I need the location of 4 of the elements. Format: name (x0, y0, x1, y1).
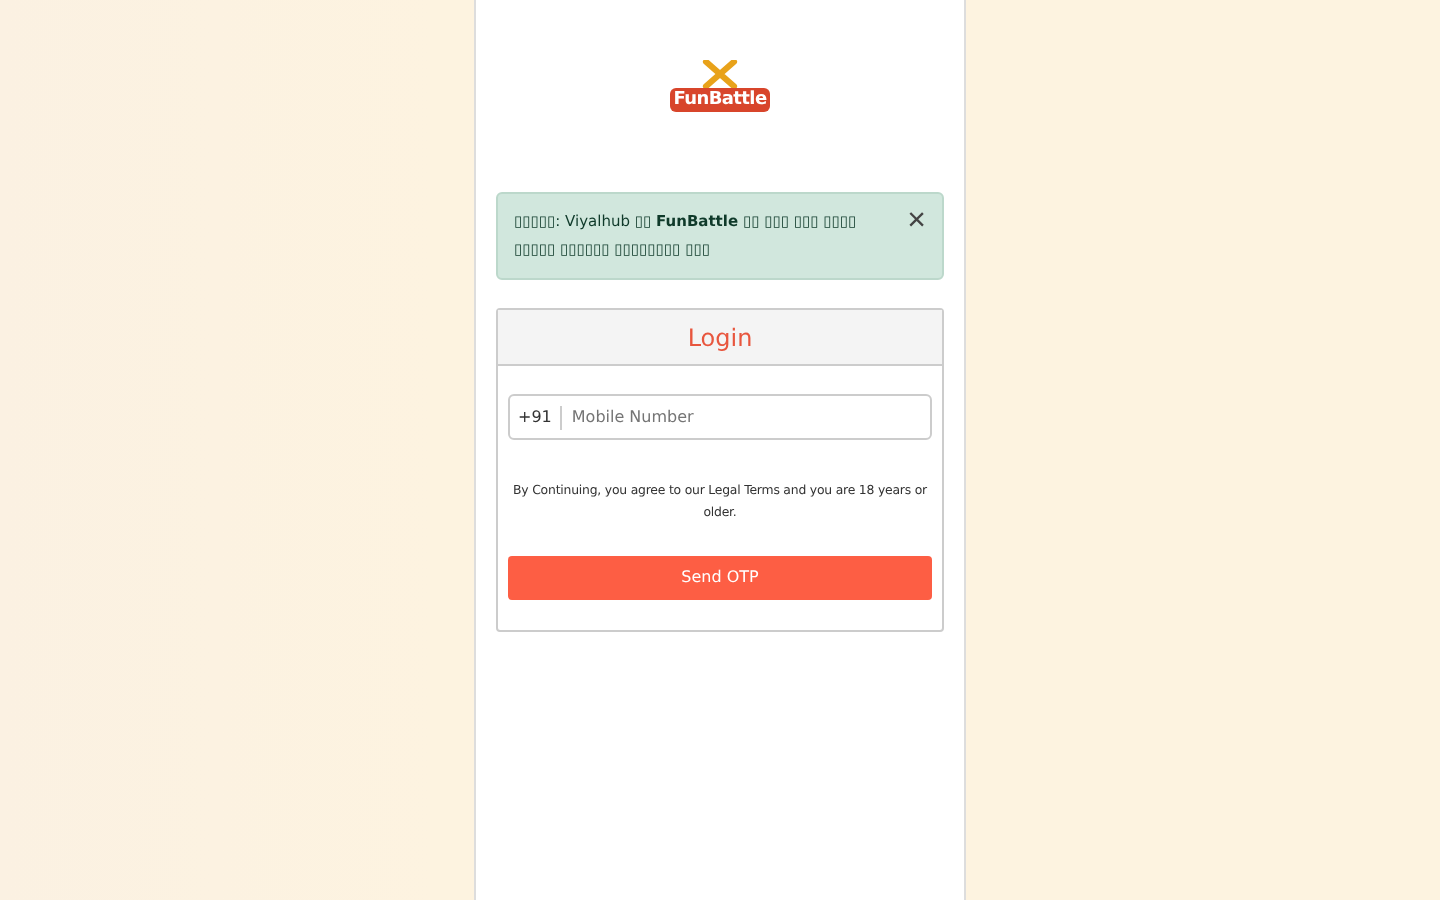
phone-field[interactable]: +91 Mobile Number (508, 394, 932, 440)
logo-text: FunBattle (669, 88, 771, 112)
login-title: Login (687, 323, 753, 351)
close-button[interactable]: × (907, 208, 926, 236)
